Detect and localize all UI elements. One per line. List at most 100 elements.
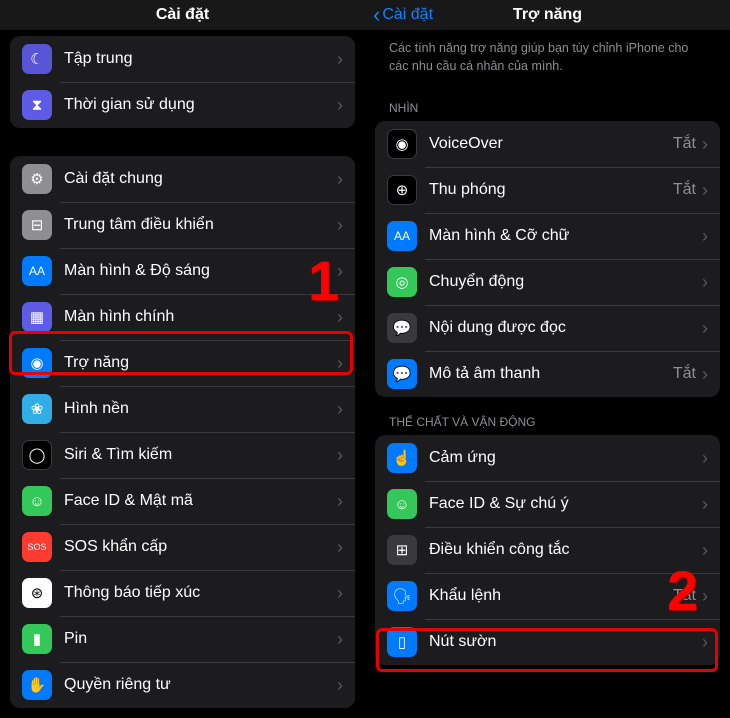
settings-row[interactable]: ▦Màn hình chính› [10, 294, 355, 340]
wallpaper-icon: ❀ [22, 394, 52, 424]
row-label: Tập trung [64, 50, 337, 68]
row-label: Màn hình chính [64, 308, 337, 326]
row-value: Tắt [673, 181, 696, 199]
row-label: Cài đặt chung [64, 170, 337, 188]
faceid-icon: ☺ [22, 486, 52, 516]
settings-row[interactable]: 💬Mô tả âm thanhTắt› [375, 351, 720, 397]
description: Các tính năng trợ năng giúp bạn tùy chỉn… [375, 30, 720, 83]
settings-row[interactable]: ⧗ Thời gian sử dụng› [10, 82, 355, 128]
chevron-right-icon: › [337, 353, 343, 374]
chevron-right-icon: › [702, 318, 708, 339]
row-label: Pin [64, 630, 337, 648]
chevron-right-icon: › [337, 537, 343, 558]
chevron-right-icon: › [337, 491, 343, 512]
motion-icon: ◎ [387, 267, 417, 297]
chevron-right-icon: › [337, 675, 343, 696]
settings-row[interactable]: ⊟Trung tâm điều khiển› [10, 202, 355, 248]
chevron-right-icon: › [337, 445, 343, 466]
touch-icon: ☝ [387, 443, 417, 473]
chevron-right-icon: › [702, 448, 708, 469]
settings-row[interactable]: ◎ Chuyển động› [375, 259, 720, 305]
general-icon: ⚙ [22, 164, 52, 194]
chevron-right-icon: › [337, 95, 343, 116]
row-label: Hình nền [64, 400, 337, 418]
row-label: Face ID & Mật mã [64, 492, 337, 510]
settings-row[interactable]: ◉ Trợ năng› [10, 340, 355, 386]
row-label: Trung tâm điều khiển [64, 216, 337, 234]
chevron-right-icon: › [702, 494, 708, 515]
chevron-right-icon: › [337, 307, 343, 328]
page-title: Trợ năng [513, 6, 582, 24]
settings-row[interactable]: ▯ Nút sườn› [375, 619, 720, 665]
row-label: Điều khiển công tắc [429, 541, 702, 559]
settings-row[interactable]: ▮ Pin› [10, 616, 355, 662]
row-value: Tắt [673, 587, 696, 605]
voice-icon: 🗣 [387, 581, 417, 611]
chevron-left-icon: ‹ [373, 4, 380, 26]
chevron-right-icon: › [337, 49, 343, 70]
row-label: Cảm ứng [429, 449, 702, 467]
settings-row[interactable]: ☾ Tập trung› [10, 36, 355, 82]
settings-row[interactable]: AA Màn hình & Cỡ chữ› [375, 213, 720, 259]
settings-row[interactable]: ✋Quyền riêng tư› [10, 662, 355, 708]
chevron-right-icon: › [702, 226, 708, 247]
section-physical: THỂ CHẤT VÀ VẬN ĐỘNG [375, 397, 720, 435]
row-label: Màn hình & Cỡ chữ [429, 227, 702, 245]
battery-icon: ▮ [22, 624, 52, 654]
row-label: SOS khẩn cấp [64, 538, 337, 556]
accessibility-icon: ◉ [22, 348, 52, 378]
row-label: Nội dung được đọc [429, 319, 702, 337]
row-label: Trợ năng [64, 354, 337, 372]
settings-row[interactable]: ❀ Hình nền› [10, 386, 355, 432]
settings-row[interactable]: ◯Siri & Tìm kiếm› [10, 432, 355, 478]
row-label: Thu phóng [429, 181, 673, 199]
settings-row[interactable]: 💬Nội dung được đọc› [375, 305, 720, 351]
page-title: Cài đặt [156, 6, 209, 24]
display-icon: AA [22, 256, 52, 286]
textsize-icon: AA [387, 221, 417, 251]
chevron-right-icon: › [702, 180, 708, 201]
exposure-icon: ⊛ [22, 578, 52, 608]
focus-icon: ☾ [22, 44, 52, 74]
row-label: Màn hình & Độ sáng [64, 262, 337, 280]
settings-row[interactable]: ⊛ Thông báo tiếp xúc› [10, 570, 355, 616]
settings-row[interactable]: ☺ Face ID & Mật mã› [10, 478, 355, 524]
voiceover-icon: ◉ [387, 129, 417, 159]
row-value: Tắt [673, 135, 696, 153]
settings-row[interactable]: ⚙Cài đặt chung› [10, 156, 355, 202]
settings-row[interactable]: ☝ Cảm ứng› [375, 435, 720, 481]
sidebutton-icon: ▯ [387, 627, 417, 657]
faceid2-icon: ☺ [387, 489, 417, 519]
settings-row[interactable]: ⊕ Thu phóngTắt › [375, 167, 720, 213]
screentime-icon: ⧗ [22, 90, 52, 120]
chevron-right-icon: › [337, 399, 343, 420]
row-label: Mô tả âm thanh [429, 365, 673, 383]
chevron-right-icon: › [702, 632, 708, 653]
zoom-icon: ⊕ [387, 175, 417, 205]
chevron-right-icon: › [702, 540, 708, 561]
row-label: VoiceOver [429, 135, 673, 153]
privacy-icon: ✋ [22, 670, 52, 700]
section-vision: NHÌN [375, 83, 720, 121]
settings-row[interactable]: 🗣Khẩu lệnhTắt› [375, 573, 720, 619]
row-label: Chuyển động [429, 273, 702, 291]
row-value: Tắt [673, 365, 696, 383]
left-header: Cài đặt [0, 0, 365, 30]
settings-row[interactable]: ⊞ Điều khiển công tắc› [375, 527, 720, 573]
row-label: Nút sườn [429, 633, 702, 651]
audiodesc-icon: 💬 [387, 359, 417, 389]
settings-row[interactable]: AAMàn hình & Độ sáng› [10, 248, 355, 294]
chevron-right-icon: › [702, 272, 708, 293]
row-label: Thông báo tiếp xúc [64, 584, 337, 602]
chevron-right-icon: › [337, 629, 343, 650]
chevron-right-icon: › [337, 583, 343, 604]
chevron-right-icon: › [702, 586, 708, 607]
row-label: Thời gian sử dụng [64, 96, 337, 114]
back-button[interactable]: ‹ Cài đặt [373, 4, 433, 26]
right-header: ‹ Cài đặt Trợ năng [365, 0, 730, 30]
settings-row[interactable]: ◉VoiceOverTắt› [375, 121, 720, 167]
row-label: Face ID & Sự chú ý [429, 495, 702, 513]
settings-row[interactable]: ☺ Face ID & Sự chú ý› [375, 481, 720, 527]
switch-icon: ⊞ [387, 535, 417, 565]
settings-row[interactable]: SOSSOS khẩn cấp› [10, 524, 355, 570]
